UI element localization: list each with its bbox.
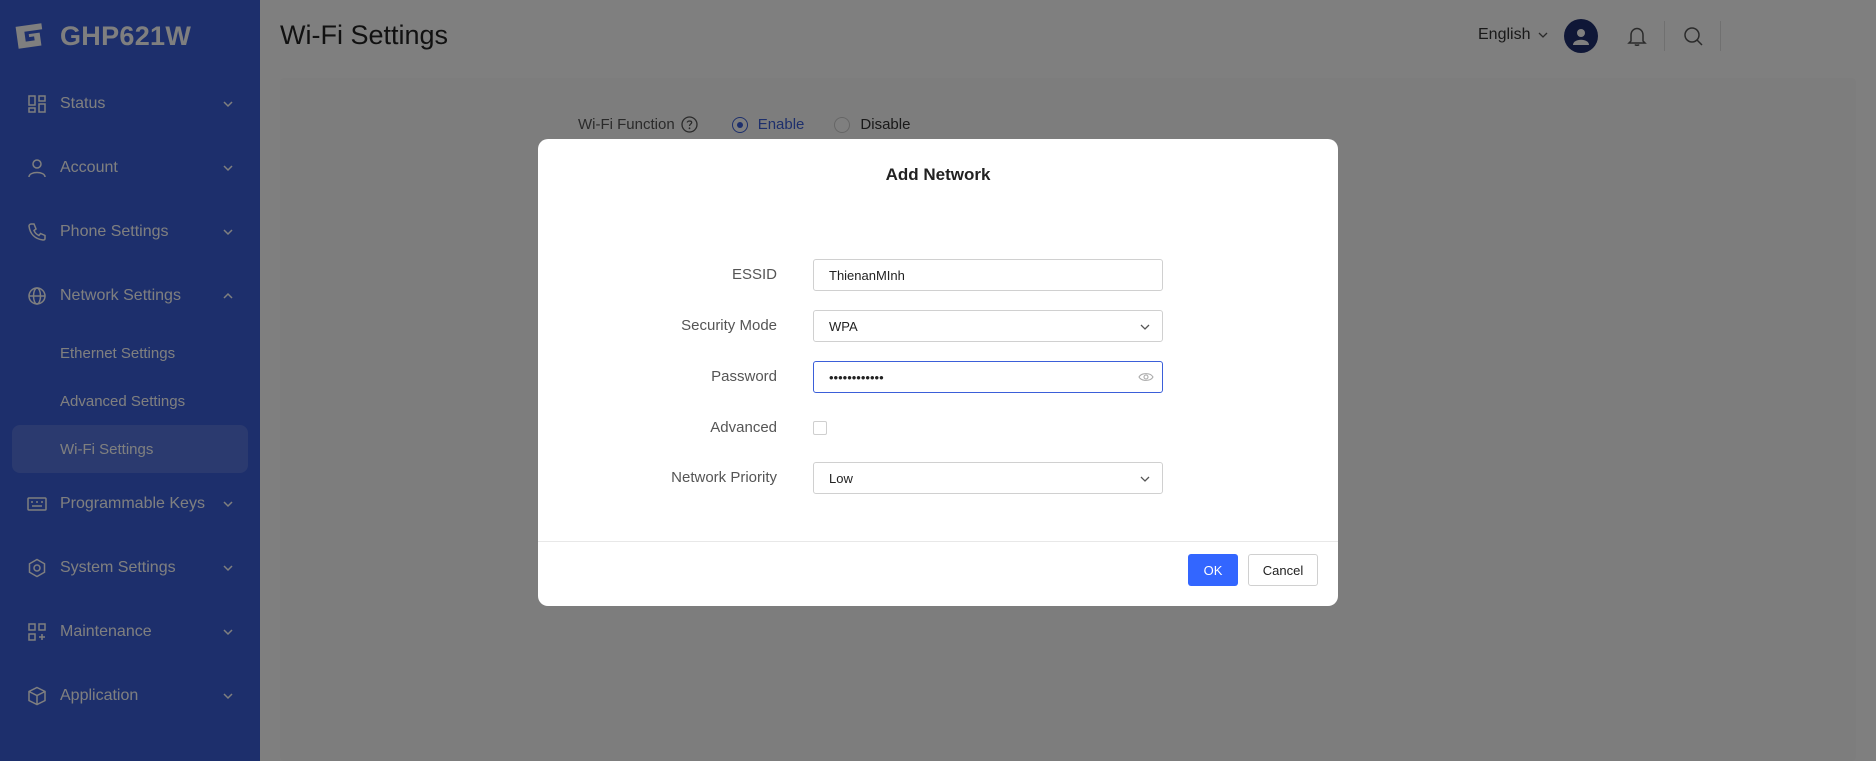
- chevron-down-icon: [1140, 476, 1150, 482]
- network-priority-value: Low: [829, 471, 853, 486]
- password-input[interactable]: ••••••••••••: [813, 361, 1163, 393]
- network-priority-label: Network Priority: [671, 469, 777, 486]
- password-row: Password ••••••••••••: [538, 361, 1338, 393]
- advanced-row: Advanced: [538, 412, 1338, 444]
- password-label: Password: [711, 368, 777, 385]
- add-network-dialog: Add Network ESSID ThienanMInh Security M…: [538, 139, 1338, 606]
- essid-label: ESSID: [731, 266, 777, 283]
- eye-icon[interactable]: [1138, 371, 1154, 383]
- dialog-footer-divider: [538, 541, 1338, 542]
- security-mode-row: Security Mode WPA: [538, 310, 1338, 342]
- network-priority-select[interactable]: Low: [813, 462, 1163, 494]
- security-mode-value: WPA: [829, 319, 858, 334]
- security-mode-select[interactable]: WPA: [813, 310, 1163, 342]
- dialog-title: Add Network: [885, 165, 991, 184]
- ok-button[interactable]: OK: [1188, 554, 1238, 586]
- cancel-button[interactable]: Cancel: [1248, 554, 1318, 586]
- advanced-checkbox[interactable]: [813, 421, 827, 435]
- advanced-label: Advanced: [710, 419, 777, 436]
- chevron-down-icon: [1140, 324, 1150, 330]
- network-priority-row: Network Priority Low: [538, 462, 1338, 494]
- security-mode-label: Security Mode: [681, 317, 777, 334]
- password-value: ••••••••••••: [829, 370, 884, 385]
- essid-input[interactable]: ThienanMInh: [813, 259, 1163, 291]
- essid-row: ESSID ThienanMInh: [538, 259, 1338, 291]
